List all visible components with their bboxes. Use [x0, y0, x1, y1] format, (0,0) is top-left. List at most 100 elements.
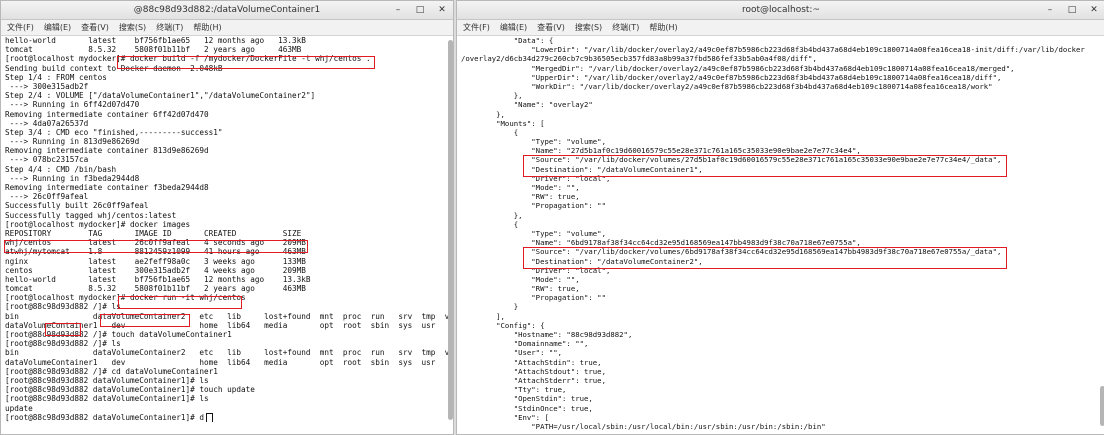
right-terminal-line: "AttachStdin": true, [461, 357, 602, 367]
left-terminal-line: [root@localhost mydocker]# docker images [5, 219, 191, 229]
left-terminal-line: [root@localhost mydocker]# docker run -i… [5, 293, 246, 303]
right-window-title: root@localhost:~ [741, 5, 821, 15]
right-terminal-line: "UpperDir": "/var/lib/docker/overlay2/a4… [461, 72, 1002, 82]
left-terminal-line: Removing intermediate container 6ff42d07… [5, 109, 209, 119]
right-terminal-line: "WorkDir": "/var/lib/docker/overlay2/a49… [461, 81, 993, 91]
left-terminal-line: bin dataVolumeContainer2 etc lib lost+fo… [5, 348, 449, 358]
menu-edit[interactable]: 编辑(E) [500, 20, 527, 35]
right-terminal-line: "User": "", [461, 348, 563, 358]
left-terminal-line: Step 2/4 : VOLUME ["/dataVolumeContainer… [5, 91, 316, 101]
left-terminal-line: [root@localhost mydocker]# docker build … [5, 54, 371, 64]
right-terminal-line: "Source": "/var/lib/docker/volumes/27d5b… [461, 155, 1002, 165]
left-terminal-line: ---> 26c0ff9afeal [5, 192, 89, 202]
menu-file[interactable]: 文件(F) [463, 20, 490, 35]
left-terminal-line: [root@88c98d93d882 /]# touch dataVolumeC… [5, 330, 232, 339]
right-terminal-line: "LowerDir": "/var/lib/docker/overlay2/a4… [461, 45, 1085, 55]
right-terminal-window[interactable]: root@localhost:~ – □ ✕ 文件(F) 编辑(E) 查看(V)… [456, 0, 1104, 435]
right-terminal-line: "Propagation": "" [461, 293, 606, 303]
right-terminal-line: "AttachStdout": true, [461, 366, 606, 376]
right-terminal-line: "Name": "overlay2" [461, 100, 593, 110]
left-terminal-line: ---> Running in 813d9e86269d [5, 137, 140, 147]
left-terminal-line: Step 4/4 : CMD /bin/bash [5, 164, 117, 174]
left-terminal-line: [root@88c98d93d882 dataVolumeContainer1]… [5, 375, 209, 385]
right-terminal-line: "Mounts": [ [461, 118, 545, 128]
left-terminal-line: REPOSITORY TAG IMAGE ID CREATED SIZE [5, 228, 302, 238]
right-menu-bar: 文件(F) 编辑(E) 查看(V) 搜索(S) 终端(T) 帮助(H) [457, 20, 1104, 36]
left-terminal-line: Sending build context to Docker daemon 2… [5, 63, 223, 73]
menu-view[interactable]: 查看(V) [537, 20, 565, 35]
right-scrollbar[interactable] [1100, 386, 1104, 426]
right-terminal-line: "Env": [ [461, 412, 549, 422]
right-terminal-line: "Mode": "", [461, 274, 580, 284]
left-terminal-line: hello-world latest bf756fb1ae65 12 month… [5, 36, 306, 45]
left-terminal-output[interactable]: hello-world latest bf756fb1ae65 12 month… [1, 36, 453, 431]
left-terminal-line: dataVolumeContainer1 dev home lib64 medi… [5, 357, 436, 367]
right-terminal-line: ], [461, 311, 505, 321]
left-terminal-line: Successfully tagged whj/centos:latest [5, 210, 177, 220]
left-terminal-line: atwhj/mytomcat 1.8 8812459z1099 41 hours… [5, 247, 306, 257]
minimize-icon[interactable]: – [393, 1, 403, 19]
right-terminal-line: }, [461, 109, 505, 119]
menu-terminal[interactable]: 终端(T) [612, 20, 639, 35]
menu-terminal[interactable]: 终端(T) [156, 20, 183, 35]
close-icon[interactable]: ✕ [437, 1, 447, 19]
right-terminal-output[interactable]: "Data": { "LowerDir": "/var/lib/docker/o… [457, 36, 1104, 431]
menu-help[interactable]: 帮助(H) [193, 20, 221, 35]
left-terminal-line: tomcat 8.5.32 5808f01b11bf 2 years ago 4… [5, 45, 302, 55]
right-terminal-line: "Tty": true, [461, 385, 567, 395]
right-terminal-line: } [461, 302, 519, 312]
minimize-icon[interactable]: – [1045, 1, 1055, 19]
right-terminal-line: "RW": true, [461, 192, 580, 202]
cursor-icon [206, 412, 214, 422]
right-terminal-line: "Driver": "local", [461, 265, 611, 275]
right-terminal-line: "OpenStdin": true, [461, 394, 593, 404]
right-terminal-line: "RW": true, [461, 284, 580, 294]
menu-search[interactable]: 搜索(S) [575, 20, 602, 35]
right-terminal-line: "Destination": "/dataVolumeContainer2", [461, 256, 703, 266]
menu-file[interactable]: 文件(F) [7, 20, 34, 35]
right-terminal-line: "Name": "6bd9178af38f34cc64cd32e95d16856… [461, 238, 861, 248]
menu-edit[interactable]: 编辑(E) [44, 20, 71, 35]
left-terminal-line: [root@88c98d93d882 /]# ls [5, 339, 121, 349]
left-terminal-line: Removing intermediate container f3beda29… [5, 183, 209, 192]
left-terminal-line: ---> Running in 6ff42d07d470 [5, 100, 140, 110]
right-terminal-line: "Domainname": "", [461, 339, 589, 349]
right-terminal-line: "Type": "volume", [461, 228, 606, 238]
left-terminal-line: dataVolumeContainer1 dev home lib64 medi… [5, 320, 436, 330]
close-icon[interactable]: ✕ [1089, 1, 1099, 19]
right-window-titlebar[interactable]: root@localhost:~ – □ ✕ [457, 1, 1104, 20]
right-terminal-line: "PATH=/usr/local/sbin:/usr/local/bin:/us… [461, 421, 826, 431]
right-terminal-line: { [461, 219, 519, 229]
left-terminal-line: [root@88c98d93d882 dataVolumeContainer1]… [5, 385, 255, 395]
left-menu-bar: 文件(F) 编辑(E) 查看(V) 搜索(S) 终端(T) 帮助(H) [1, 20, 453, 36]
left-terminal-line: Successfully built 26c0ff9afeal [5, 201, 149, 211]
right-terminal-line: "Hostname": "88c98d93d882", [461, 330, 633, 339]
left-terminal-line: bin dataVolumeContainer2 etc lib lost+fo… [5, 311, 449, 321]
left-terminal-line: ---> 4da07a26537d [5, 118, 89, 128]
left-terminal-window[interactable]: @88c98d93d882:/dataVolumeContainer1 – □ … [0, 0, 454, 435]
right-terminal-line: "StdinOnce": true, [461, 403, 593, 413]
left-terminal-line: nginx latest ae2feff98a0c 3 weeks ago 13… [5, 256, 306, 266]
right-terminal-line: "Config": { [461, 320, 545, 330]
right-terminal-line: "Name": "27d5b1af0c19d60016579c55e28e371… [461, 146, 861, 156]
left-window-title: @88c98d93d882:/dataVolumeContainer1 [133, 5, 321, 15]
right-terminal-line: "Type": "volume", [461, 137, 606, 147]
right-terminal-line: }, [461, 91, 523, 101]
left-window-titlebar[interactable]: @88c98d93d882:/dataVolumeContainer1 – □ … [1, 1, 453, 20]
left-terminal-line: [root@88c98d93d882 /]# ls [5, 302, 121, 312]
left-terminal-line: ---> Running in f3beda2944d8 [5, 173, 140, 183]
right-terminal-line: "Mode": "", [461, 183, 580, 192]
left-terminal-line: ---> 078bc23157ca [5, 155, 89, 165]
right-terminal-line: "Driver": "local", [461, 173, 611, 183]
right-terminal-line: { [461, 127, 519, 137]
menu-view[interactable]: 查看(V) [81, 20, 109, 35]
menu-search[interactable]: 搜索(S) [119, 20, 146, 35]
maximize-icon[interactable]: □ [1067, 1, 1077, 19]
maximize-icon[interactable]: □ [415, 1, 425, 19]
left-terminal-line: Removing intermediate container 813d9e86… [5, 146, 209, 156]
left-scrollbar[interactable] [448, 40, 453, 420]
left-terminal-line: [root@88c98d93d882 dataVolumeContainer1]… [5, 412, 449, 422]
left-terminal-line: tomcat 8.5.32 5808f01b11bf 2 years ago 4… [5, 284, 306, 294]
right-terminal-line: "Source": "/var/lib/docker/volumes/6bd91… [461, 247, 1002, 257]
menu-help[interactable]: 帮助(H) [649, 20, 677, 35]
